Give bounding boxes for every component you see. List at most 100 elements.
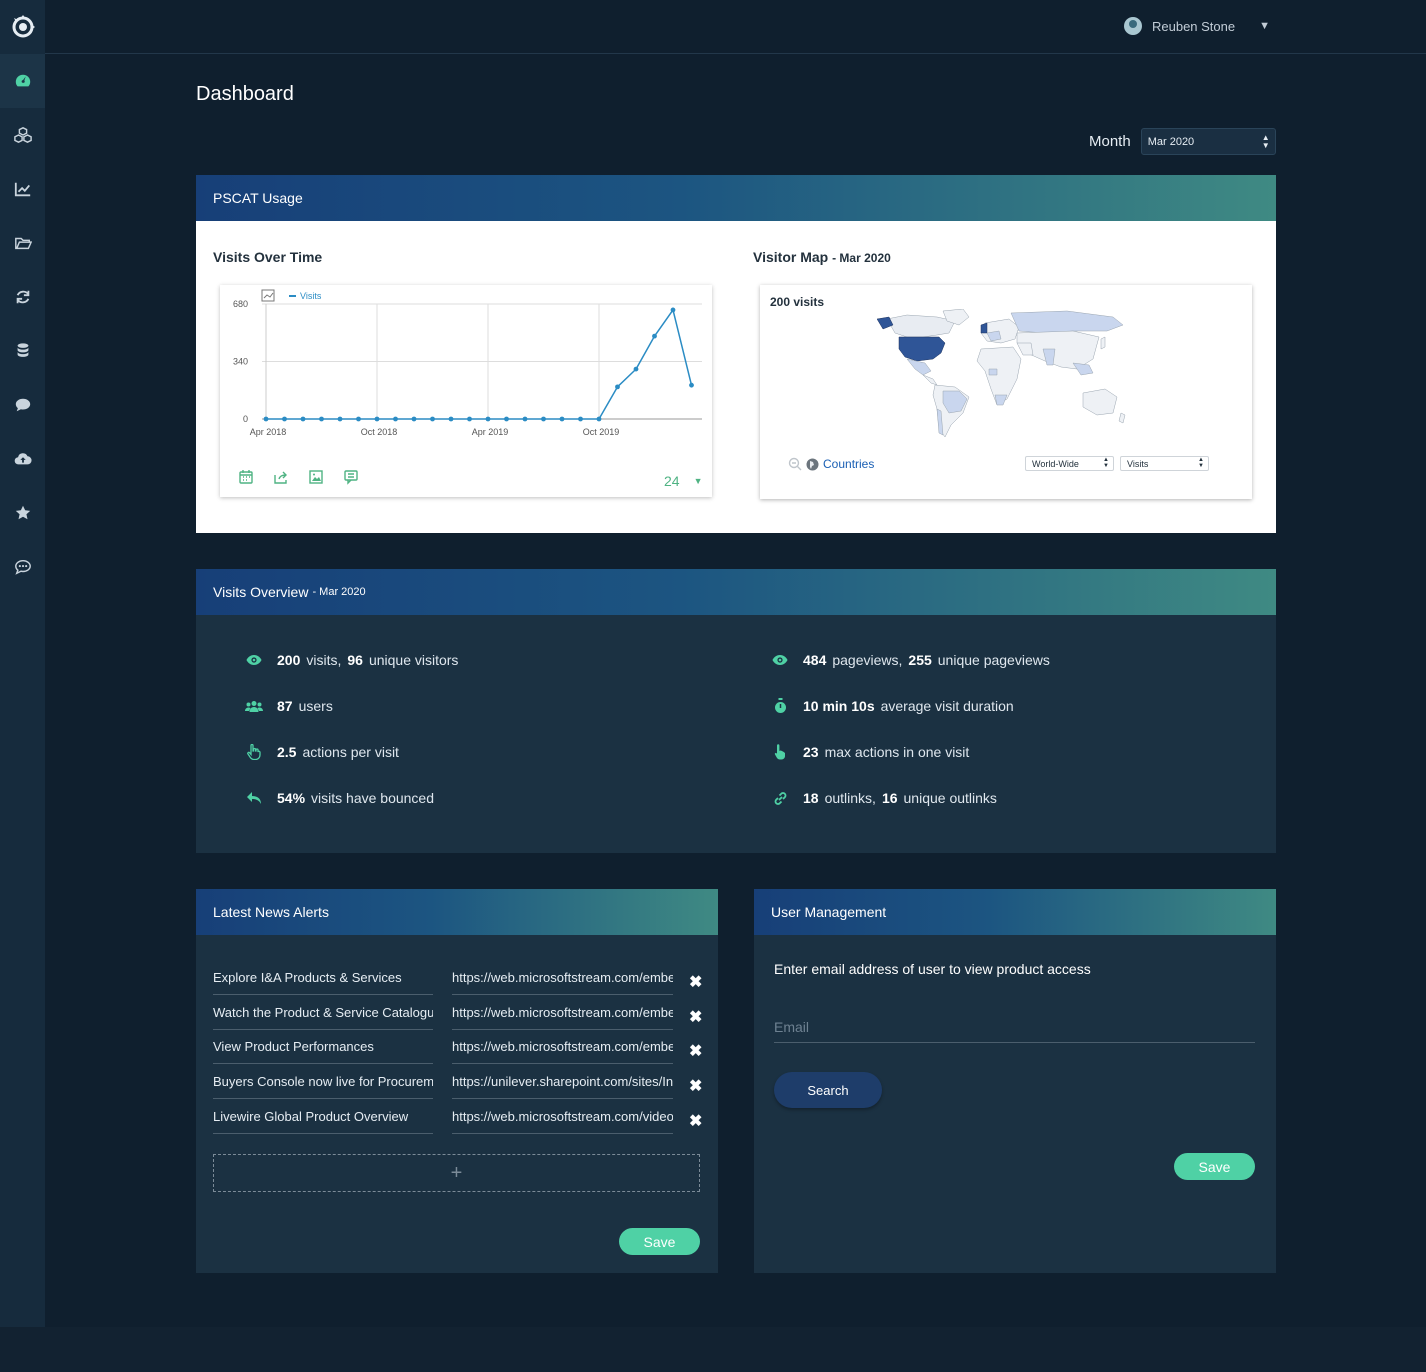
news-url-input[interactable]: https://unilever.sharepoint.com/sites/In: [452, 1069, 673, 1099]
chart-type-icon-line: [263, 292, 274, 299]
map-india[interactable]: [1042, 348, 1056, 366]
top-bar: Reuben Stone ▼: [45, 0, 1426, 54]
period-limit-value: 24: [664, 473, 680, 489]
countries-link[interactable]: Countries: [823, 457, 874, 471]
close-icon[interactable]: ✖: [689, 1076, 702, 1096]
period-limit-select[interactable]: 24 ▼: [664, 473, 703, 489]
visits-data-point: [282, 416, 287, 422]
zoom-out-icon[interactable]: [788, 457, 802, 471]
refresh-icon: [16, 290, 29, 304]
news-url-input[interactable]: https://web.microsoftstream.com/embed: [452, 1034, 673, 1064]
map-metric-select-value: Visits: [1127, 459, 1149, 469]
map-japan[interactable]: [1100, 336, 1106, 350]
map-central-america[interactable]: [922, 374, 938, 386]
sidebar-item-products[interactable]: [0, 108, 45, 162]
map-canada[interactable]: [886, 314, 956, 338]
select-arrows-icon: ▲ ▼: [1103, 457, 1109, 469]
stat-value: 87: [277, 698, 293, 714]
visits-data-point: [485, 416, 491, 422]
visits-data-point: [652, 333, 657, 339]
map-south-africa[interactable]: [994, 394, 1008, 406]
news-title-input[interactable]: Buyers Console now live for Procurement: [213, 1069, 433, 1099]
user-management-save-button[interactable]: Save: [1174, 1153, 1255, 1180]
map-uk[interactable]: [980, 322, 988, 334]
map-middle-east[interactable]: [1016, 342, 1034, 356]
close-icon[interactable]: ✖: [689, 1007, 702, 1027]
sidebar-item-chat[interactable]: [0, 540, 45, 594]
news-save-button[interactable]: Save: [619, 1228, 700, 1255]
stat-value: 10 min 10s: [803, 698, 875, 714]
news-title-input[interactable]: View Product Performances: [213, 1034, 433, 1064]
y-tick-label: 680: [233, 299, 248, 309]
sidebar-item-favorites[interactable]: [0, 486, 45, 540]
close-icon[interactable]: ✖: [689, 1041, 702, 1061]
hand-point-up-icon: [771, 743, 789, 761]
map-nigeria[interactable]: [988, 368, 998, 376]
sidebar-item-analytics[interactable]: [0, 162, 45, 216]
email-field[interactable]: [774, 1012, 1255, 1043]
triangle-down-icon: ▼: [693, 476, 703, 486]
speedometer-icon: [15, 74, 30, 87]
map-region-select[interactable]: World-Wide ▲ ▼: [1025, 456, 1114, 471]
sidebar-item-files[interactable]: [0, 216, 45, 270]
month-filter: Month Mar 2020 ▲ ▼: [1089, 128, 1276, 155]
image-icon[interactable]: [308, 469, 324, 485]
stat-max-actions: 23 max actions in one visit: [771, 743, 969, 761]
close-icon[interactable]: ✖: [689, 972, 702, 992]
visits-overview-title: Visits Overview: [213, 584, 309, 600]
news-url-input[interactable]: https://web.microsoftstream.com/embed: [452, 1000, 673, 1030]
sidebar-item-comments[interactable]: [0, 378, 45, 432]
eye-icon: [245, 651, 263, 669]
visits-data-point: [522, 416, 528, 422]
map-new-zealand[interactable]: [1118, 412, 1126, 424]
visits-series-line: [266, 308, 693, 420]
stat-users: 87 users: [245, 697, 333, 715]
y-tick-label: 340: [233, 357, 248, 367]
visitor-map-card: 200 visits Countries World-Wide ▲ ▼ Visi…: [760, 285, 1252, 499]
map-russia[interactable]: [1010, 310, 1124, 334]
visitor-map-title: Visitor Map - Mar 2020: [753, 249, 891, 265]
map-australia[interactable]: [1082, 388, 1118, 416]
map-mexico[interactable]: [906, 358, 932, 376]
sidebar-item-sync[interactable]: [0, 270, 45, 324]
stat-value: 23: [803, 744, 819, 760]
reply-icon: [245, 789, 263, 807]
cloud-upload-icon: [14, 453, 32, 465]
news-title-input[interactable]: Livewire Global Product Overview: [213, 1104, 433, 1134]
share-icon[interactable]: [273, 469, 289, 485]
select-arrows-icon: ▲ ▼: [1261, 133, 1270, 150]
news-row: Buyers Console now live for Procurement …: [213, 1069, 703, 1099]
caret-down-icon[interactable]: ▼: [1259, 20, 1270, 32]
visits-data-point: [411, 416, 417, 422]
app-logo[interactable]: [0, 0, 45, 54]
stat-text: unique visitors: [368, 652, 459, 668]
news-title-input[interactable]: Watch the Product & Service Catalogue: [213, 1000, 433, 1030]
map-metric-select[interactable]: Visits ▲ ▼: [1120, 456, 1209, 471]
add-news-button[interactable]: +: [213, 1154, 700, 1192]
month-select[interactable]: Mar 2020 ▲ ▼: [1140, 128, 1276, 155]
folder-open-icon: [14, 237, 32, 250]
stat-value: 484: [803, 652, 827, 668]
sidebar-item-database[interactable]: [0, 324, 45, 378]
visits-data-point: [504, 416, 509, 422]
user-menu[interactable]: Reuben Stone ▼: [1123, 17, 1270, 35]
chart-toolbar: [238, 469, 359, 485]
sidebar-item-upload[interactable]: [0, 432, 45, 486]
user-name: Reuben Stone: [1151, 18, 1236, 34]
visits-overview-panel: Visits Overview - Mar 2020 200 visits, 9…: [196, 569, 1276, 853]
calendar-icon[interactable]: [238, 469, 254, 485]
visits-data-point: [467, 416, 472, 422]
visits-overview-suffix: - Mar 2020: [312, 586, 366, 598]
news-row: Livewire Global Product Overview https:/…: [213, 1104, 703, 1134]
stat-text: outlinks,: [824, 790, 876, 806]
visits-data-point: [337, 416, 343, 422]
close-icon[interactable]: ✖: [689, 1111, 702, 1131]
map-usa[interactable]: [898, 336, 946, 362]
news-title-input[interactable]: Explore I&A Products & Services: [213, 965, 433, 995]
sidebar-item-dashboard[interactable]: [0, 54, 45, 108]
news-url-input[interactable]: https://web.microsoftstream.com/embed: [452, 965, 673, 995]
annotation-icon[interactable]: [343, 469, 359, 485]
x-tick-label: Apr 2019: [472, 427, 509, 437]
news-url-input[interactable]: https://web.microsoftstream.com/video: [452, 1104, 673, 1134]
search-button[interactable]: Search: [774, 1072, 882, 1108]
